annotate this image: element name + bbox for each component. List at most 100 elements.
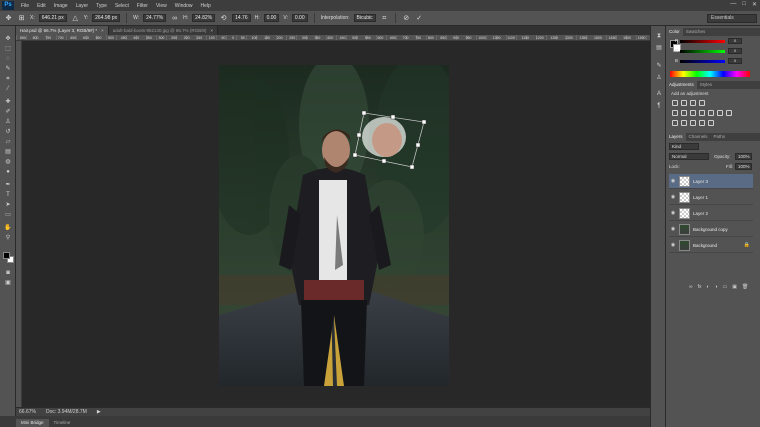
gradient-tool-icon[interactable]: ▤ [3, 148, 13, 157]
visibility-eye-icon[interactable]: ◉ [669, 194, 677, 200]
zoom-tool-icon[interactable]: ⚲ [3, 234, 13, 243]
color-lookup-icon[interactable] [726, 110, 732, 116]
tab-adjustments[interactable]: Adjustments [666, 81, 697, 89]
new-adjustment-icon[interactable]: ◑ [715, 284, 718, 292]
crop-tool-icon[interactable]: ⌗ [3, 75, 13, 84]
properties-icon[interactable]: ▤ [654, 43, 664, 53]
maximize-button[interactable]: □ [742, 1, 746, 8]
tab-hair-psd[interactable]: Hair.psd @ 66.7% (Layer 3, RGB/8#) * × [16, 26, 109, 35]
exposure-icon[interactable] [699, 100, 705, 106]
eyedropper-tool-icon[interactable]: ⁄ [3, 85, 13, 94]
shape-tool-icon[interactable]: ▭ [3, 211, 13, 220]
photo-filter-icon[interactable] [708, 110, 714, 116]
channel-g-value[interactable]: 0 [728, 48, 742, 54]
visibility-eye-icon[interactable]: ◉ [669, 242, 677, 248]
cancel-transform-icon[interactable]: ⊘ [402, 14, 411, 23]
visibility-eye-icon[interactable]: ◉ [669, 226, 677, 232]
brush-tool-icon[interactable]: ✐ [3, 108, 13, 117]
history-brush-tool-icon[interactable]: ↺ [3, 128, 13, 137]
channel-r-slider[interactable] [680, 40, 725, 43]
posterize-icon[interactable] [681, 120, 687, 126]
menu-window[interactable]: Window [171, 3, 197, 9]
dodge-tool-icon[interactable]: ● [3, 168, 13, 177]
minimize-button[interactable]: — [730, 1, 736, 8]
tab-layers[interactable]: Layers [666, 133, 686, 141]
type-tool-icon[interactable]: T [3, 191, 13, 200]
layer-filter-kind-select[interactable]: Kind [669, 143, 699, 150]
clone-source-icon[interactable]: ♙ [654, 73, 664, 83]
tab-timeline[interactable]: Timeline [49, 419, 76, 427]
path-select-tool-icon[interactable]: ➤ [3, 201, 13, 210]
hskew-field[interactable]: 0.00 [263, 14, 280, 22]
tab-swatches[interactable]: Swatches [683, 28, 709, 36]
menu-view[interactable]: View [152, 3, 171, 9]
levels-icon[interactable] [681, 100, 687, 106]
move-tool-icon[interactable]: ✥ [4, 14, 13, 23]
layer-row-layer-3[interactable]: ◉ Layer 3 [669, 174, 753, 189]
status-menu-arrow-icon[interactable]: ▶ [97, 409, 101, 415]
vertical-ruler[interactable] [16, 41, 22, 407]
reference-point-icon[interactable]: ⊞ [17, 14, 26, 23]
channel-g-slider[interactable] [680, 50, 725, 53]
color-spectrum-ramp[interactable] [670, 71, 750, 77]
black-white-icon[interactable] [699, 110, 705, 116]
new-layer-icon[interactable]: ▣ [732, 284, 737, 292]
threshold-icon[interactable] [690, 120, 696, 126]
y-field[interactable]: 264.98 px [92, 14, 121, 22]
gradient-map-icon[interactable] [708, 120, 714, 126]
curves-icon[interactable] [690, 100, 696, 106]
tab-color[interactable]: Color [666, 28, 683, 36]
link-layers-icon[interactable]: ∞ [689, 284, 693, 292]
foreground-color-swatch[interactable] [3, 252, 10, 259]
channel-mixer-icon[interactable] [717, 110, 723, 116]
blur-tool-icon[interactable]: ◍ [3, 158, 13, 167]
healing-brush-tool-icon[interactable]: ✚ [3, 98, 13, 107]
tab-styles[interactable]: Styles [697, 81, 715, 89]
layer-row-background[interactable]: ◉ Background 🔒 [669, 238, 753, 253]
tab-bald-jpg[interactable]: adult-bald-boots-952130.jpg @ 66.7% (RGB… [108, 26, 219, 35]
menu-filter[interactable]: Filter [133, 3, 152, 9]
menu-file[interactable]: File [17, 3, 33, 9]
menu-help[interactable]: Help [197, 3, 215, 9]
commit-transform-icon[interactable]: ✓ [415, 14, 424, 23]
layer-row-layer-2[interactable]: ◉ Layer 2 [669, 206, 753, 221]
tab-paths[interactable]: Paths [711, 133, 729, 141]
clone-stamp-tool-icon[interactable]: ♙ [3, 118, 13, 127]
quick-mask-icon[interactable]: ◙ [3, 269, 13, 278]
paragraph-icon[interactable]: ¶ [654, 101, 664, 111]
channel-b-value[interactable]: 0 [728, 58, 742, 64]
color-swatches[interactable] [3, 252, 15, 264]
invert-icon[interactable] [672, 120, 678, 126]
blend-mode-select[interactable]: Normal [669, 153, 709, 160]
workspace-select[interactable]: Essentials [707, 14, 757, 23]
color-balance-icon[interactable] [690, 110, 696, 116]
layer-row-layer-1[interactable]: ◉ Layer 1 [669, 190, 753, 205]
document-canvas[interactable] [219, 65, 449, 386]
tab-channels[interactable]: Channels [686, 133, 711, 141]
relative-position-icon[interactable]: △ [71, 14, 80, 23]
menu-layer[interactable]: Layer [72, 3, 93, 9]
add-mask-icon[interactable]: ◐ [706, 284, 709, 292]
hand-tool-icon[interactable]: ✋ [3, 224, 13, 233]
link-icon[interactable]: ∞ [170, 14, 179, 23]
warp-icon[interactable]: ⌗ [380, 14, 389, 23]
quick-select-tool-icon[interactable]: ✎ [3, 65, 13, 74]
interpolation-select[interactable]: Bicubic [353, 14, 376, 22]
layer-style-icon[interactable]: fx [698, 284, 702, 292]
menu-select[interactable]: Select [111, 3, 133, 9]
channel-b-slider[interactable] [680, 60, 725, 63]
close-tab-icon[interactable]: × [210, 28, 213, 33]
selective-color-icon[interactable] [699, 120, 705, 126]
fill-field[interactable]: 100% [735, 163, 752, 170]
close-tab-icon[interactable]: × [101, 28, 104, 33]
layer-row-background-copy[interactable]: ◉ Background copy [669, 222, 753, 237]
pen-tool-icon[interactable]: ✒ [3, 181, 13, 190]
lasso-tool-icon[interactable]: ◌ [3, 55, 13, 64]
vskew-field[interactable]: 0.00 [291, 14, 308, 22]
channel-r-value[interactable]: 0 [728, 38, 742, 44]
marquee-tool-icon[interactable]: ⬚ [3, 45, 13, 54]
character-icon[interactable]: A [654, 89, 664, 99]
menu-type[interactable]: Type [92, 3, 111, 9]
screen-mode-icon[interactable]: ▣ [3, 279, 13, 288]
new-group-icon[interactable]: ▭ [723, 284, 728, 292]
